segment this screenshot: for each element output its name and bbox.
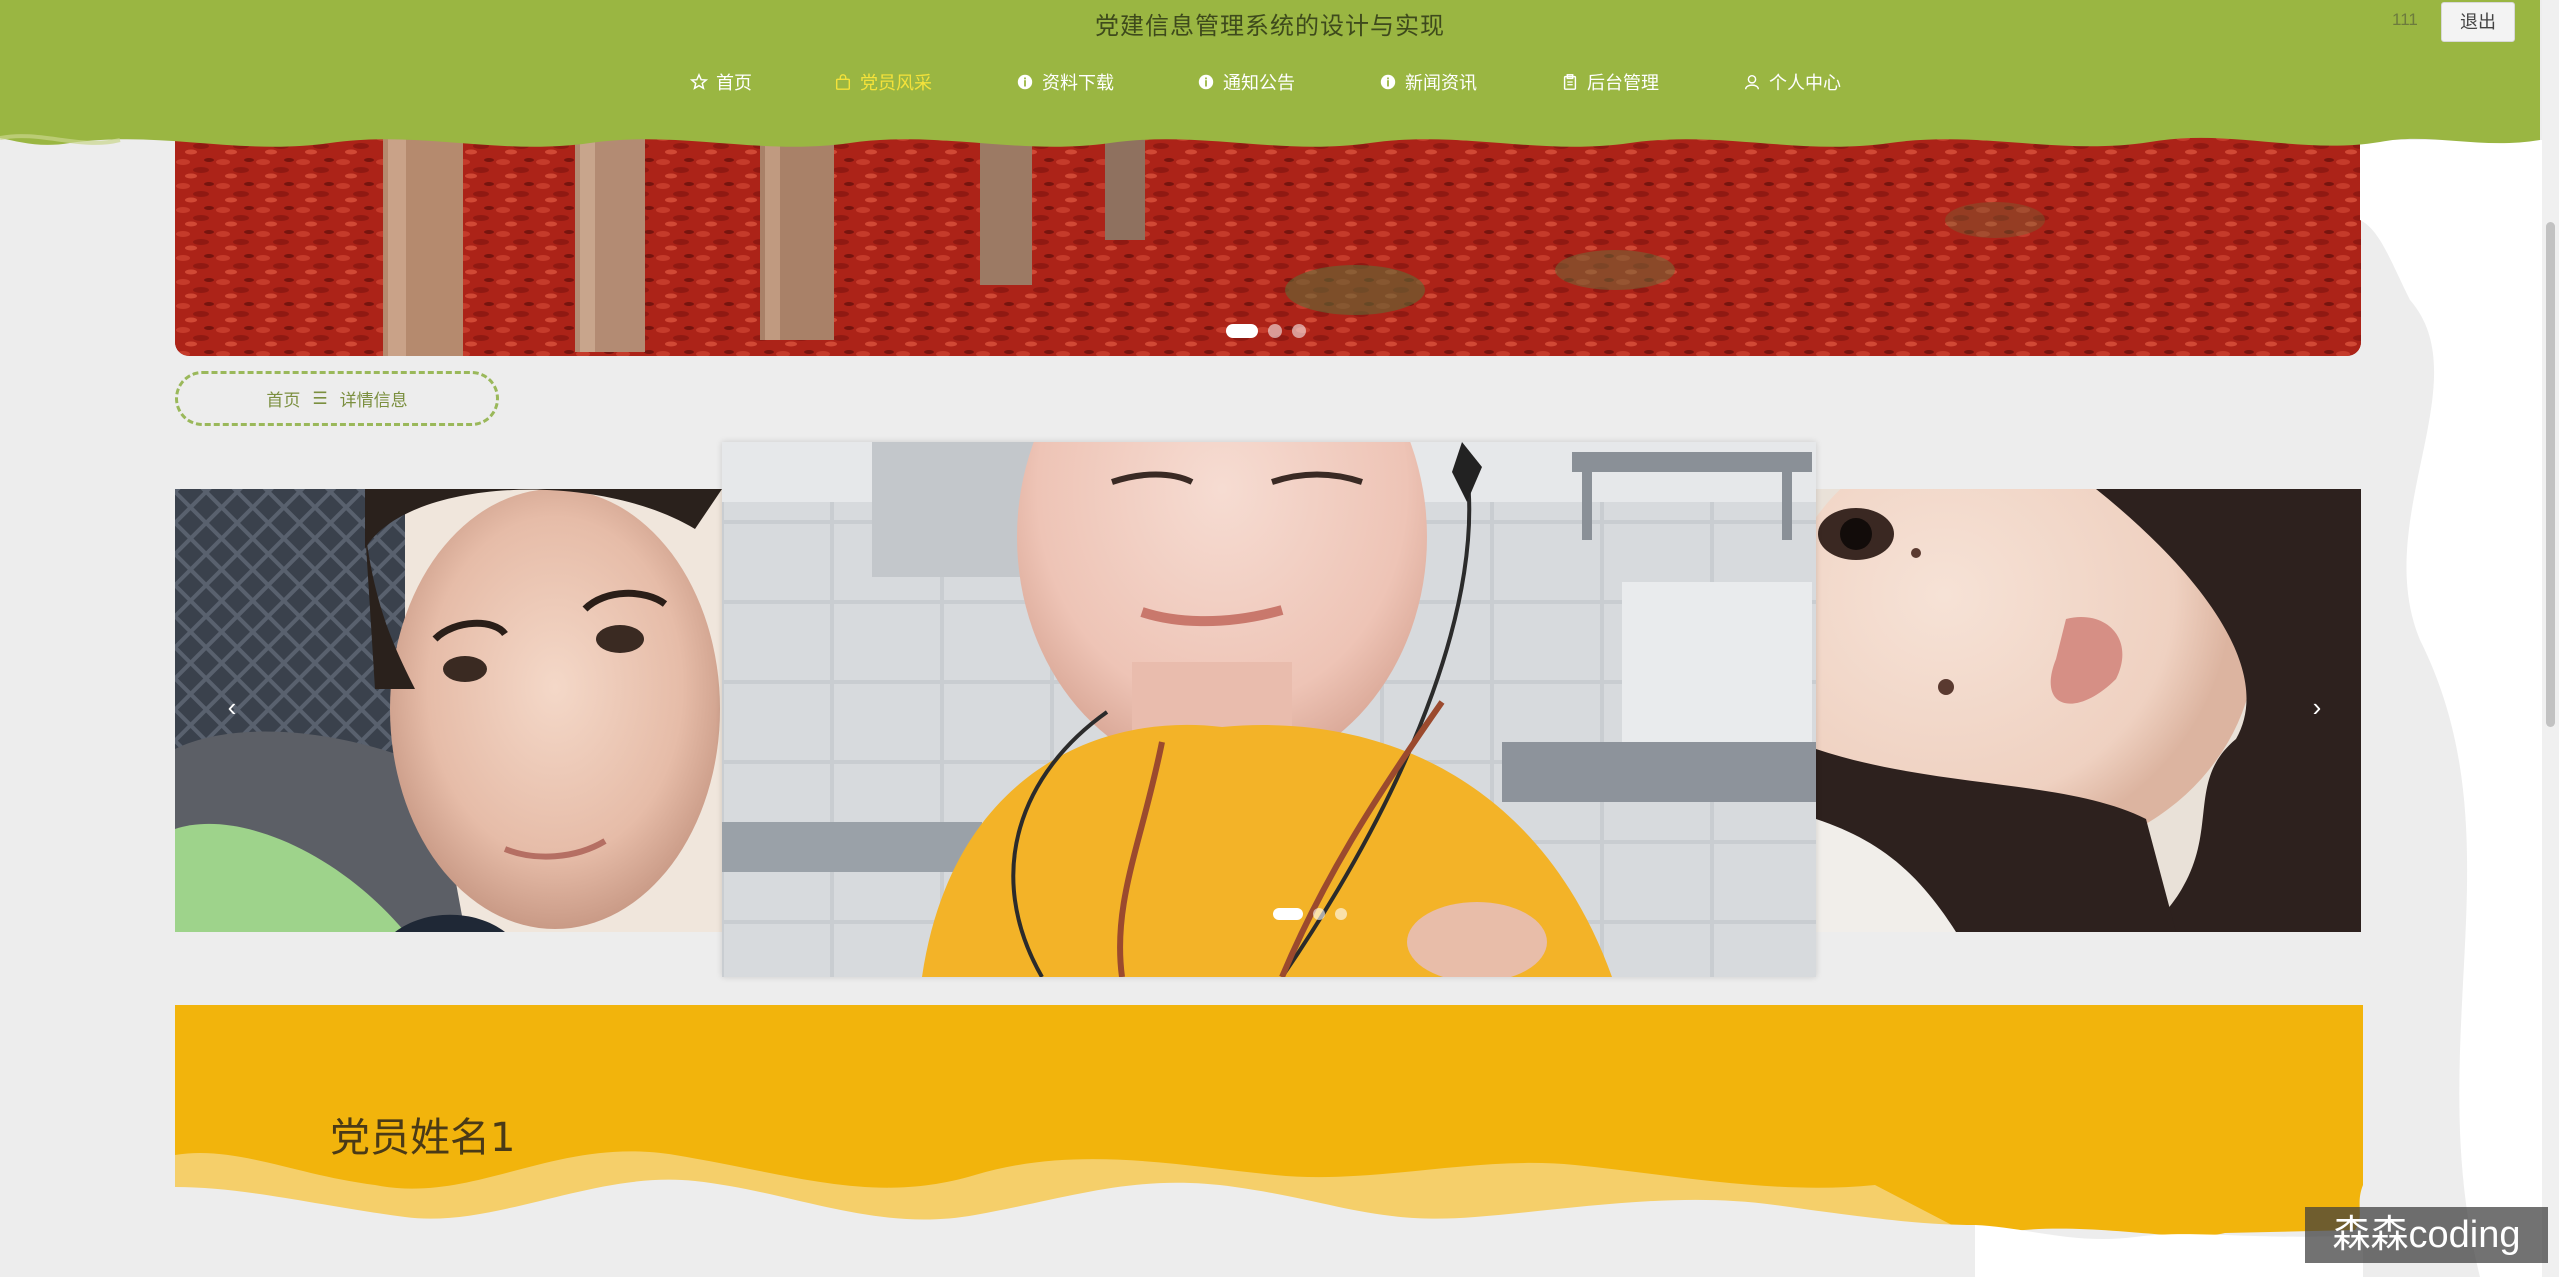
breadcrumb-current: 详情信息 bbox=[339, 391, 408, 410]
gallery-photo-prev[interactable] bbox=[175, 489, 722, 932]
nav-item-profile[interactable]: 个人中心 bbox=[1743, 66, 1841, 98]
nav-item-notices[interactable]: 通知公告 bbox=[1197, 66, 1295, 98]
photo-image bbox=[175, 489, 722, 932]
logout-button[interactable]: 退出 bbox=[2441, 2, 2515, 42]
banner-dot[interactable] bbox=[1268, 324, 1282, 338]
nav-item-home[interactable]: 首页 bbox=[690, 66, 752, 98]
nav-label: 通知公告 bbox=[1223, 73, 1295, 93]
info-icon bbox=[1198, 74, 1214, 90]
page-scrollbar[interactable] bbox=[2542, 0, 2559, 1277]
nav-label: 新闻资讯 bbox=[1405, 73, 1477, 93]
gallery-indicators bbox=[1273, 908, 1347, 920]
banner-dot[interactable] bbox=[1292, 324, 1306, 338]
nav-item-news[interactable]: 新闻资讯 bbox=[1379, 66, 1477, 98]
member-detail-card: 党员姓名1 bbox=[175, 1005, 2363, 1277]
gallery-prev-arrow-icon[interactable]: ‹ bbox=[217, 692, 247, 723]
bag-icon bbox=[835, 74, 851, 90]
photo-image bbox=[722, 442, 1816, 977]
star-icon bbox=[690, 73, 708, 90]
gallery-next-arrow-icon[interactable]: › bbox=[2302, 692, 2332, 723]
gallery-photo-next[interactable] bbox=[1816, 489, 2361, 932]
gallery-dot[interactable] bbox=[1335, 908, 1347, 920]
breadcrumb: 首页 ☰ 详情信息 bbox=[175, 371, 499, 426]
username-label: 111 bbox=[2392, 10, 2418, 29]
banner-indicators bbox=[1226, 324, 1306, 338]
gallery-dot[interactable] bbox=[1273, 908, 1303, 920]
watermark: 森森coding bbox=[2305, 1207, 2548, 1263]
scrollbar-thumb[interactable] bbox=[2546, 222, 2555, 727]
nav-label: 党员风采 bbox=[860, 73, 932, 93]
gallery-dot[interactable] bbox=[1313, 908, 1325, 920]
gallery-photo-current[interactable] bbox=[722, 442, 1816, 977]
nav-label: 首页 bbox=[716, 73, 752, 93]
info-icon bbox=[1380, 74, 1396, 90]
user-area: 111 退出 bbox=[2340, 0, 2540, 42]
banner-dot[interactable] bbox=[1226, 324, 1258, 338]
member-photo-gallery: ‹ › bbox=[175, 442, 2361, 977]
site-header: 党建信息管理系统的设计与实现 111 退出 首页 党员风采 资料下载 通知公告 … bbox=[0, 0, 2540, 155]
breadcrumb-home[interactable]: 首页 bbox=[266, 386, 300, 411]
nav-label: 个人中心 bbox=[1769, 73, 1841, 93]
nav-label: 资料下载 bbox=[1042, 73, 1114, 93]
user-icon bbox=[1744, 74, 1760, 90]
clipboard-icon bbox=[1563, 74, 1577, 90]
site-title: 党建信息管理系统的设计与实现 bbox=[1095, 13, 1445, 40]
nav-item-admin[interactable]: 后台管理 bbox=[1561, 66, 1659, 98]
photo-image bbox=[1816, 489, 2361, 932]
info-icon bbox=[1017, 74, 1033, 90]
breadcrumb-separator-icon: ☰ bbox=[312, 388, 328, 408]
nav-item-party-members[interactable]: 党员风采 bbox=[834, 66, 932, 98]
side-decoration bbox=[2360, 140, 2545, 1277]
member-name-title: 党员姓名1 bbox=[330, 1115, 516, 1161]
nav-label: 后台管理 bbox=[1587, 73, 1659, 93]
nav-item-downloads[interactable]: 资料下载 bbox=[1016, 66, 1114, 98]
main-nav: 首页 党员风采 资料下载 通知公告 新闻资讯 后台管理 个人中心 bbox=[0, 66, 2540, 98]
